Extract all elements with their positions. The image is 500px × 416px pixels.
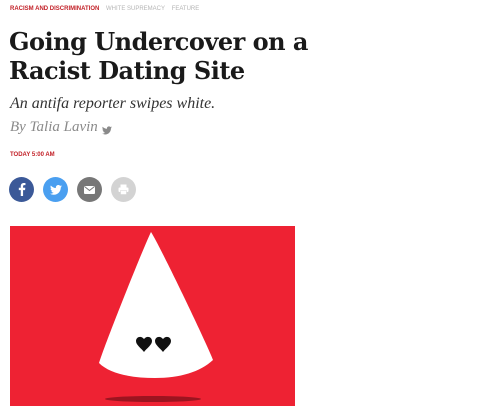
facebook-share-button[interactable] xyxy=(9,177,34,202)
publish-timestamp: Today 5:00 AM xyxy=(10,152,55,158)
twitter-share-button[interactable] xyxy=(43,177,68,202)
article-tags: Racism and Discrimination White Supremac… xyxy=(10,6,204,12)
byline: By Talia Lavin xyxy=(10,119,112,136)
email-share-button[interactable] xyxy=(77,177,102,202)
facebook-icon xyxy=(18,183,25,196)
hood-shadow xyxy=(105,396,201,402)
tag-feature[interactable]: Feature xyxy=(172,6,200,12)
article-page: Racism and Discrimination White Supremac… xyxy=(0,0,500,416)
tag-white-supremacy[interactable]: White Supremacy xyxy=(106,6,165,12)
print-button[interactable] xyxy=(111,177,136,202)
print-icon xyxy=(118,184,129,195)
article-dek: An antifa reporter swipes white. xyxy=(10,95,216,112)
share-buttons xyxy=(9,177,136,202)
twitter-icon xyxy=(49,184,62,195)
hero-image xyxy=(10,226,295,406)
author-name[interactable]: By Talia Lavin xyxy=(10,119,98,136)
article-title: Going Undercover on a Racist Dating Site xyxy=(9,27,308,85)
tag-racism-and-discrimination[interactable]: Racism and Discrimination xyxy=(10,6,99,12)
author-twitter-icon[interactable] xyxy=(101,123,112,135)
email-icon xyxy=(84,185,95,194)
